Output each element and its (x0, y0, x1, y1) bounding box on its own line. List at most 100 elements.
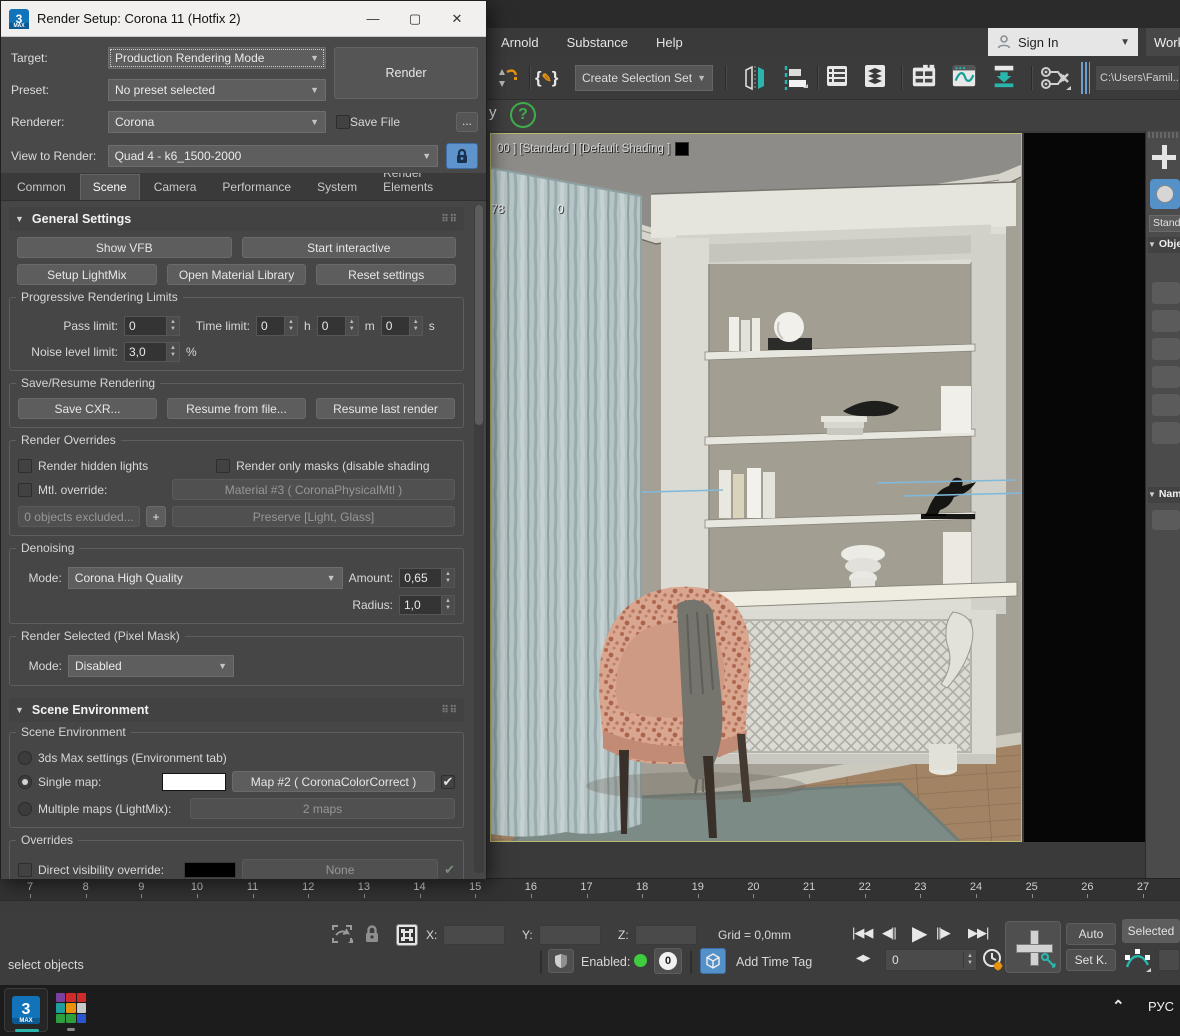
workspaces-selector[interactable]: Work (1146, 28, 1180, 56)
tab-scene[interactable]: Scene (80, 174, 140, 200)
viewport-label[interactable]: 00 ] [Standard ] [Default Shading ] (497, 142, 689, 156)
tab-camera[interactable]: Camera (142, 175, 209, 200)
dialog-titlebar[interactable]: 3MAX Render Setup: Corona 11 (Hotfix 2) … (1, 1, 486, 37)
taskbar-winrar-button[interactable] (56, 993, 86, 1023)
timeline-tick[interactable]: 10 (182, 881, 212, 893)
auto-key-button[interactable]: Auto (1066, 923, 1116, 945)
open-material-library-button[interactable]: Open Material Library (167, 264, 307, 285)
save-file-checkbox[interactable] (336, 115, 350, 129)
sign-in-button[interactable]: Sign In ▼ (988, 28, 1138, 56)
tab-performance[interactable]: Performance (210, 175, 303, 200)
key-tangents-icon[interactable] (1124, 947, 1152, 973)
timeline-tick[interactable]: 17 (572, 881, 602, 893)
object-type-rollout[interactable]: ▼ Object Type (1148, 237, 1180, 253)
maximize-button[interactable]: ▢ (394, 4, 436, 34)
lightmix-maps-button[interactable]: 2 maps (190, 798, 455, 819)
project-folder-path[interactable]: C:\Users\Famil...s (1095, 65, 1180, 91)
time-limit-s-spinner[interactable]: 0▲▼ (381, 316, 423, 336)
timeline-tick[interactable]: 26 (1072, 881, 1102, 893)
add-exclusion-button[interactable]: + (146, 506, 166, 527)
setup-lightmix-button[interactable]: Setup LightMix (17, 264, 157, 285)
time-limit-m-spinner[interactable]: 0▲▼ (317, 316, 359, 336)
corona-help-icon[interactable]: ? (510, 102, 536, 128)
x-coordinate-input[interactable] (443, 925, 505, 945)
spinner-arrows[interactable]: ▲▼ (963, 952, 976, 968)
timeline-tick[interactable]: 24 (961, 881, 991, 893)
general-settings-rollout[interactable]: ▼ General Settings ⠿⠿ (9, 207, 464, 231)
timeline-tick[interactable]: 21 (794, 881, 824, 893)
3dsmax-settings-radio[interactable] (18, 751, 32, 765)
panel-grip[interactable] (1148, 132, 1179, 138)
primitive-button[interactable] (1151, 309, 1180, 333)
direct-visibility-map-button[interactable]: None (242, 859, 438, 879)
timeline-tick[interactable]: 22 (850, 881, 880, 893)
tab-common[interactable]: Common (5, 175, 78, 200)
primitive-button[interactable] (1151, 421, 1180, 445)
render-button[interactable]: Render (334, 47, 478, 99)
absolute-mode-toggle[interactable] (396, 924, 418, 946)
timeline-tick[interactable]: 20 (738, 881, 768, 893)
add-time-tag-label[interactable]: Add Time Tag (736, 955, 812, 969)
curve-editor-icon[interactable] (951, 63, 977, 89)
selected-filter-button[interactable]: Selected (1122, 919, 1180, 943)
geometry-category-button[interactable] (1150, 179, 1180, 209)
denoise-amount-spinner[interactable]: 0,65▲▼ (399, 568, 455, 588)
check-icon[interactable]: ✔ (444, 862, 455, 878)
direct-visibility-override-checkbox[interactable] (18, 863, 32, 877)
minimize-button[interactable]: — (352, 4, 394, 34)
tray-expand-chevron[interactable]: ⌃ (1112, 997, 1125, 1015)
timeline-tick[interactable]: 9 (126, 881, 156, 893)
target-dropdown[interactable]: Production Rendering Mode▼ (108, 47, 326, 69)
denoise-mode-dropdown[interactable]: Corona High Quality▼ (68, 567, 343, 589)
environment-map-button[interactable]: Map #2 ( CoronaColorCorrect ) (232, 771, 435, 792)
primitive-button[interactable] (1151, 337, 1180, 361)
denoise-radius-spinner[interactable]: 1,0▲▼ (399, 595, 455, 615)
scene-environment-rollout[interactable]: ▼ Scene Environment ⠿⠿ (9, 698, 464, 722)
security-shield-icon[interactable] (548, 949, 574, 973)
create-tab-icon[interactable] (1152, 145, 1176, 169)
map-enabled-checkbox[interactable]: ✔ (441, 775, 455, 789)
primitive-button[interactable] (1151, 365, 1180, 389)
time-configuration-icon[interactable] (982, 948, 1004, 972)
menu-arnold[interactable]: Arnold (487, 31, 553, 54)
schematic-view-icon[interactable] (1038, 63, 1072, 93)
next-frame-button[interactable]: ||▶ (936, 925, 950, 941)
resume-last-render-button[interactable]: Resume last render (316, 398, 455, 419)
start-interactive-button[interactable]: Start interactive (242, 237, 457, 258)
menu-help[interactable]: Help (642, 31, 697, 54)
clipped-field[interactable] (1158, 949, 1180, 971)
align-icon[interactable] (779, 63, 809, 93)
set-key-button[interactable]: Set K. (1066, 949, 1116, 971)
primitive-button[interactable] (1151, 393, 1180, 417)
timeline-tick[interactable]: 16 (516, 881, 546, 893)
current-frame-spinner[interactable]: 0 ▲▼ (885, 949, 977, 971)
show-vfb-button[interactable]: Show VFB (17, 237, 232, 258)
timeline-tick[interactable]: 14 (405, 881, 435, 893)
timeline-tick[interactable]: 25 (1017, 881, 1047, 893)
timeline-tick[interactable]: 27 (1128, 881, 1158, 893)
preserve-button[interactable]: Preserve [Light, Glass] (172, 506, 455, 527)
mtl-override-material-button[interactable]: Material #3 ( CoronaPhysicalMtl ) (172, 479, 455, 500)
named-selection-braces-icon[interactable]: {✎} (535, 63, 558, 93)
primitive-button[interactable] (1151, 281, 1180, 305)
single-map-radio[interactable] (18, 775, 32, 789)
scene-explorer-icon[interactable] (862, 63, 888, 89)
render-hidden-lights-checkbox[interactable] (18, 459, 32, 473)
toolbar-dock-grip[interactable] (1081, 62, 1090, 94)
selection-lock-icon[interactable] (362, 923, 382, 945)
set-key-big-button[interactable] (1005, 921, 1061, 973)
manage-layers-icon[interactable] (911, 63, 937, 89)
timeline-tick[interactable]: 12 (293, 881, 323, 893)
timeline-tick[interactable]: 11 (238, 881, 268, 893)
render-setup-icon[interactable] (991, 63, 1017, 89)
pass-limit-spinner[interactable]: 0▲▼ (124, 316, 180, 336)
timeline-tick[interactable]: 18 (627, 881, 657, 893)
menu-substance[interactable]: Substance (553, 31, 642, 54)
environment-color-swatch[interactable] (162, 773, 226, 791)
play-button[interactable]: ▶ (912, 921, 926, 946)
multiple-maps-radio[interactable] (18, 802, 32, 816)
render-only-masks-checkbox[interactable] (216, 459, 230, 473)
isolate-selection-icon[interactable] (330, 923, 354, 945)
reset-settings-button[interactable]: Reset settings (316, 264, 456, 285)
close-button[interactable]: ✕ (436, 4, 478, 34)
